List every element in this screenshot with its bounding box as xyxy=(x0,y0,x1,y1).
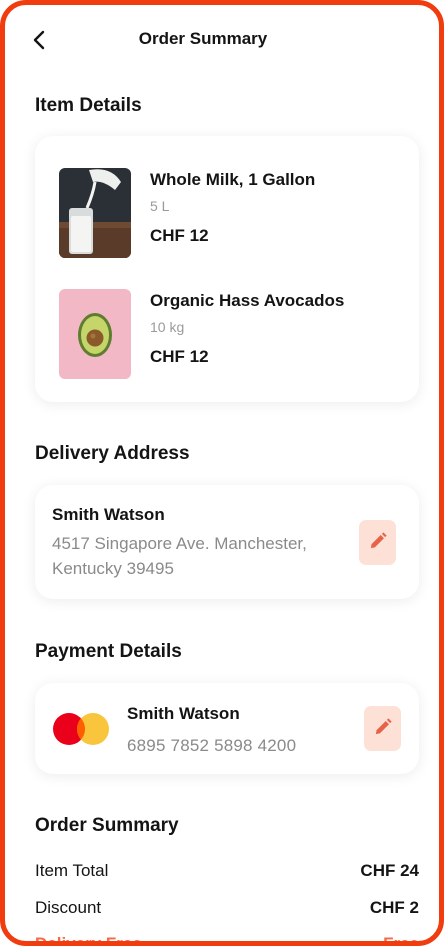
payment-details-heading: Payment Details xyxy=(35,641,182,662)
address-line-1: 4517 Singapore Ave. Manchester, xyxy=(52,534,307,553)
order-summary-heading: Order Summary xyxy=(35,815,179,836)
phone-frame: Order Summary Item Details Whole Milk, 1… xyxy=(0,0,444,946)
delivery-address-heading: Delivery Address xyxy=(35,443,190,464)
page-title: Order Summary xyxy=(138,29,268,48)
items-card: Whole Milk, 1 Gallon 5 L CHF 12 Organic … xyxy=(35,136,419,402)
item-name: Whole Milk, 1 Gallon xyxy=(150,170,316,189)
item-quantity: 5 L xyxy=(150,198,170,214)
item-price: CHF 12 xyxy=(150,347,209,366)
address-line-2: Kentucky 39495 xyxy=(52,559,174,578)
cardholder-name: Smith Watson xyxy=(127,704,240,723)
summary-row-item-total: Item Total CHF 24 xyxy=(35,861,419,885)
recipient-name: Smith Watson xyxy=(52,505,165,524)
delivery-address-card: Smith Watson 4517 Singapore Ave. Manches… xyxy=(35,485,419,599)
summary-value: CHF 24 xyxy=(360,861,419,880)
edit-address-button[interactable] xyxy=(359,520,396,565)
item-name: Organic Hass Avocados xyxy=(150,291,345,310)
pencil-icon xyxy=(375,718,392,735)
summary-row-discount: Discount CHF 2 xyxy=(35,898,419,922)
item-details-heading: Item Details xyxy=(35,95,142,116)
item-quantity: 10 kg xyxy=(150,319,185,335)
summary-label: Delivery Free xyxy=(35,934,142,946)
list-item[interactable]: Whole Milk, 1 Gallon 5 L CHF 12 xyxy=(59,168,399,260)
list-item[interactable]: Organic Hass Avocados 10 kg CHF 12 xyxy=(59,289,399,381)
summary-value: CHF 2 xyxy=(369,898,419,917)
payment-card: Smith Watson 6895 7852 5898 4200 xyxy=(35,683,419,774)
summary-value: Free xyxy=(383,934,419,946)
milk-glass-image xyxy=(59,168,131,258)
pencil-icon xyxy=(370,532,387,549)
edit-payment-button[interactable] xyxy=(364,706,401,751)
summary-row-delivery: Delivery Free Free xyxy=(35,934,419,946)
summary-label: Discount xyxy=(35,898,102,917)
mastercard-icon xyxy=(52,711,110,747)
item-price: CHF 12 xyxy=(150,226,209,245)
avocado-image xyxy=(59,289,131,379)
card-number: 6895 7852 5898 4200 xyxy=(127,736,297,755)
summary-label: Item Total xyxy=(35,861,109,880)
top-bar: Order Summary xyxy=(5,5,439,75)
